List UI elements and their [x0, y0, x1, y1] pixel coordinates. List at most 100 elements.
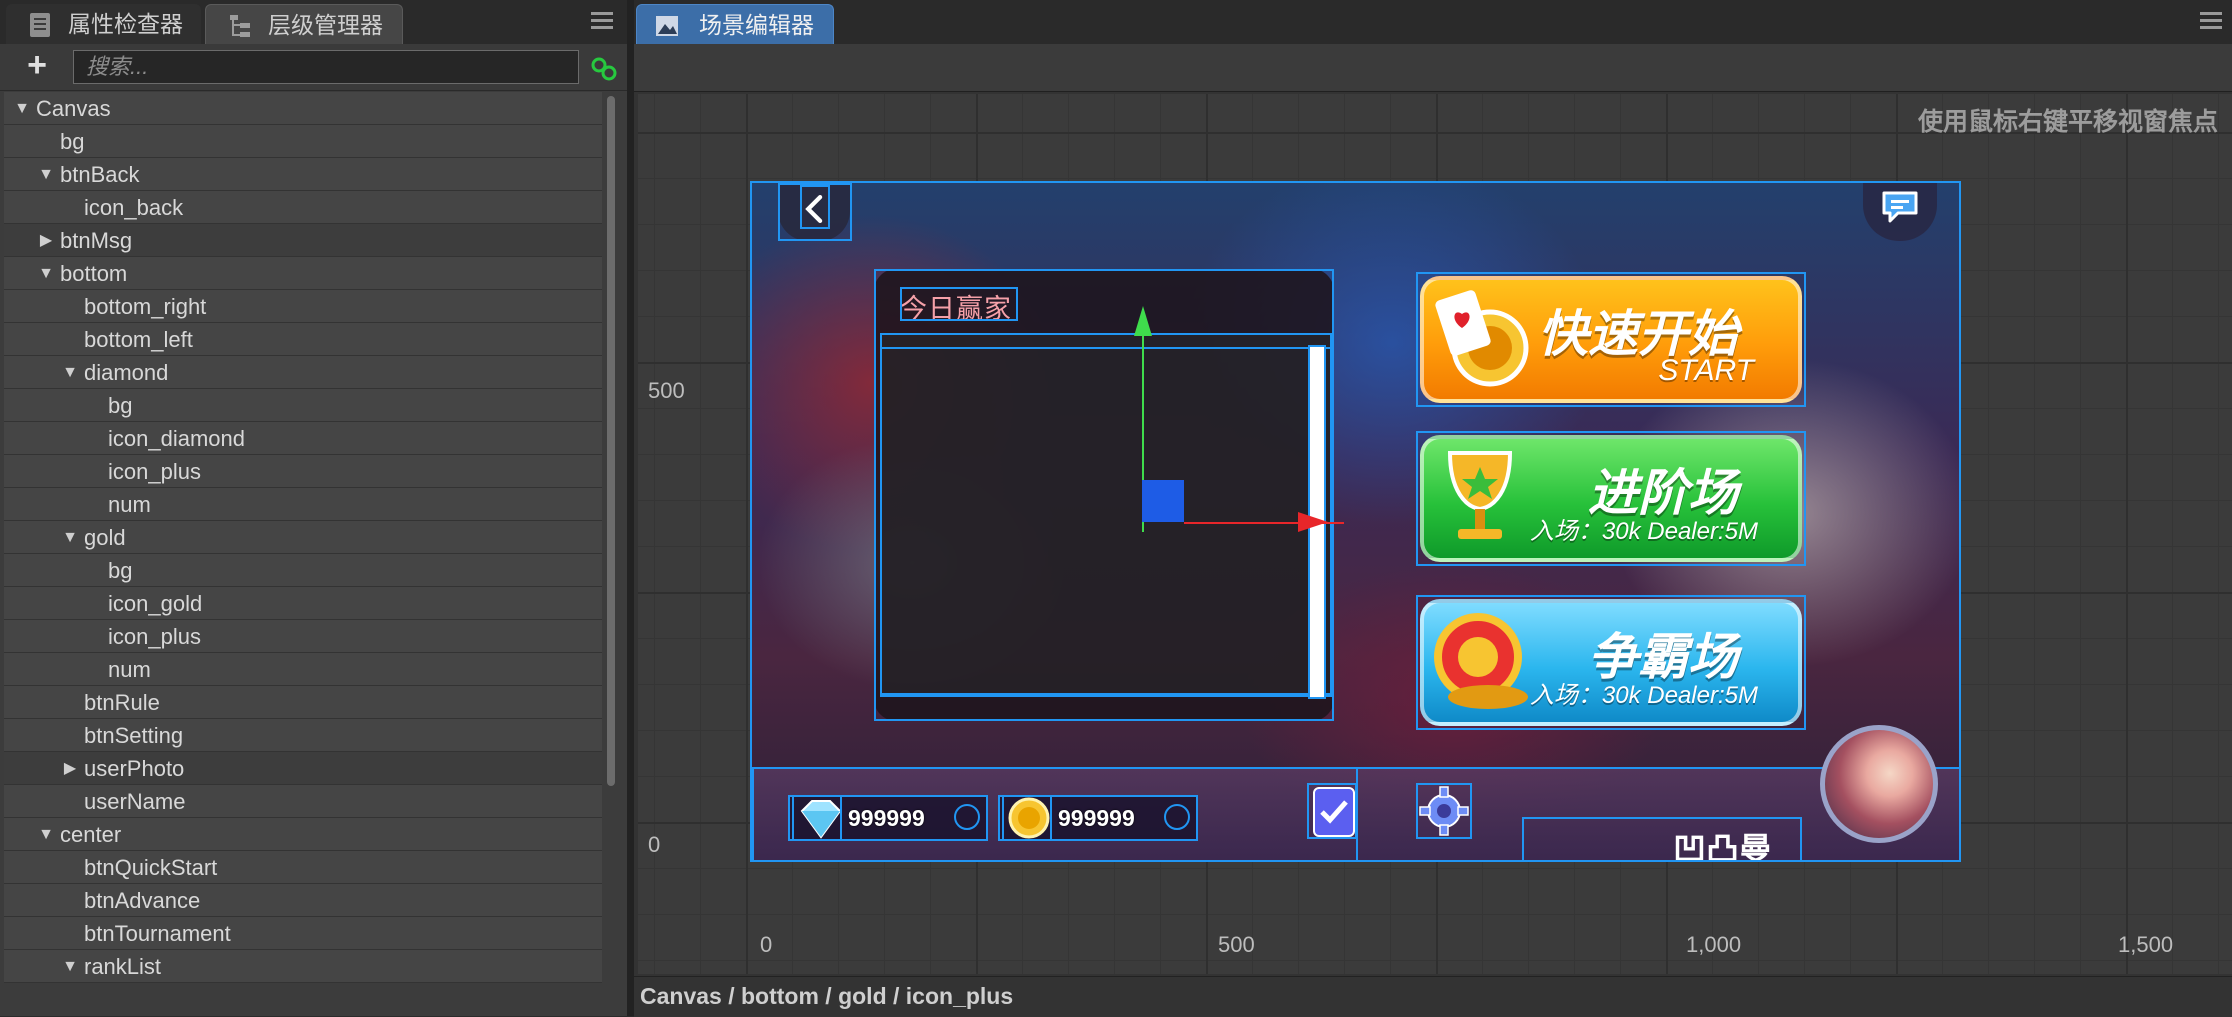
hierarchy-panel: 属性检查器 层级管理器 + ▼Canvasbg▼btnBackicon_back…	[0, 0, 627, 1016]
tree-node-label: icon_gold	[108, 591, 203, 616]
expand-arrow-icon[interactable]: ▼	[62, 521, 78, 554]
tree-node-label: rankList	[84, 954, 162, 979]
status-bar: Canvas / bottom / gold / icon_plus	[634, 976, 2232, 1017]
tree-node-label: icon_plus	[108, 624, 201, 649]
search-input[interactable]	[73, 50, 579, 84]
tree-node[interactable]: ▶ userPhoto	[4, 752, 602, 785]
scene-editor-panel: 场景编辑器 使用鼠标右键平移视窗焦点 500 0 0 500 1,000 1,5…	[634, 0, 2232, 1017]
link-icon[interactable]	[590, 55, 618, 83]
tree-node[interactable]: ▼ Canvas	[4, 92, 602, 125]
game-canvas[interactable]: 今日赢家 快速开始 START 进阶场 入场：30k Dealer:5M 争霸场…	[750, 181, 1961, 862]
expand-arrow-icon[interactable]: ▼	[62, 950, 78, 983]
tree-node-label: bg	[108, 393, 133, 418]
tree-node-label: bg	[108, 558, 133, 583]
selection-box	[778, 183, 852, 241]
breadcrumb: Canvas / bottom / gold / icon_plus	[640, 983, 1014, 1009]
tab-inspector[interactable]: 属性检查器	[6, 4, 201, 44]
tree-node[interactable]: userName	[4, 785, 602, 818]
tree-node-label: num	[108, 657, 151, 682]
tree-node-label: bottom_right	[84, 294, 207, 319]
viewport-hint: 使用鼠标右键平移视窗焦点	[1917, 108, 2218, 136]
tree-node-label: btnRule	[84, 690, 160, 715]
tree-node[interactable]: ▼ center	[4, 818, 602, 851]
tree-node[interactable]: icon_back	[4, 191, 602, 224]
tree-node[interactable]: btnRule	[4, 686, 602, 719]
tree-node[interactable]: ▶ btnMsg	[4, 224, 602, 257]
selection-box	[1522, 817, 1802, 860]
tree-node[interactable]: ▼ btnBack	[4, 158, 602, 191]
expand-arrow-icon[interactable]: ▼	[38, 257, 54, 290]
tree-node-label: gold	[84, 525, 126, 550]
tree-node[interactable]: bg	[4, 554, 602, 587]
selection-box	[880, 347, 1332, 695]
selection-box	[1002, 795, 1052, 841]
tree-node[interactable]: ▼ diamond	[4, 356, 602, 389]
tree-node[interactable]: num	[4, 653, 602, 686]
add-node-button[interactable]: +	[22, 48, 52, 82]
tree-node[interactable]: btnAdvance	[4, 884, 602, 917]
tree-node[interactable]: bottom_left	[4, 323, 602, 356]
tree-node-label: btnQuickStart	[84, 855, 218, 880]
left-panel-menu-icon[interactable]	[591, 12, 613, 30]
tree-node-label: bottom	[60, 261, 128, 286]
chat-bubble-icon	[1882, 191, 1918, 223]
tree-node[interactable]: ▼ rankList	[4, 950, 602, 983]
selection-box	[1416, 272, 1806, 407]
left-tab-bar: 属性检查器 层级管理器	[0, 0, 627, 45]
avatar[interactable]	[1820, 725, 1938, 843]
tree-scrollbar[interactable]	[607, 96, 615, 786]
right-panel-menu-icon[interactable]	[2200, 12, 2222, 30]
tab-hierarchy[interactable]: 层级管理器	[205, 4, 403, 44]
tree-node[interactable]: btnTournament	[4, 917, 602, 950]
tree-node-label: btnTournament	[84, 921, 231, 946]
x-axis-label: 0	[760, 932, 773, 957]
message-button[interactable]	[1863, 183, 1937, 241]
tree-node-label: icon_diamond	[108, 426, 245, 451]
tab-scene-editor[interactable]: 场景编辑器	[636, 4, 834, 44]
tree-node-label: btnSetting	[84, 723, 184, 748]
tree-node[interactable]: btnSetting	[4, 719, 602, 752]
gizmo-x-arrow-icon[interactable]	[1298, 512, 1328, 532]
selection-box	[1307, 783, 1357, 839]
tree-node[interactable]: bottom_right	[4, 290, 602, 323]
collapse-arrow-icon[interactable]: ▶	[62, 752, 78, 785]
scene-toolbar	[634, 44, 2232, 92]
expand-arrow-icon[interactable]: ▼	[38, 158, 54, 191]
expand-arrow-icon[interactable]: ▼	[14, 92, 30, 125]
tree-node-label: num	[108, 492, 151, 517]
expand-arrow-icon[interactable]: ▼	[38, 818, 54, 851]
tree-node-label: bottom_left	[84, 327, 193, 352]
x-axis-label: 1,500	[2118, 932, 2174, 957]
tree-node[interactable]: bg	[4, 125, 602, 158]
x-axis-label: 500	[1218, 932, 1255, 957]
expand-arrow-icon[interactable]: ▼	[62, 356, 78, 389]
tree-node[interactable]: icon_gold	[4, 587, 602, 620]
panel-splitter[interactable]	[627, 0, 634, 1016]
gizmo-center-handle[interactable]	[1142, 480, 1184, 522]
gizmo-y-arrow-icon[interactable]	[1134, 306, 1152, 336]
tree-node[interactable]: icon_plus	[4, 620, 602, 653]
tree-node[interactable]: icon_plus	[4, 455, 602, 488]
y-axis-label: 0	[648, 832, 661, 857]
collapse-arrow-icon[interactable]: ▶	[38, 224, 54, 257]
tree-node[interactable]: icon_diamond	[4, 422, 602, 455]
selection-box	[1416, 431, 1806, 566]
tree-node-label: userName	[84, 789, 186, 814]
tree-node[interactable]: btnQuickStart	[4, 851, 602, 884]
y-axis-label: 500	[648, 378, 685, 403]
properties-icon	[30, 13, 50, 37]
tree-node-label: icon_back	[84, 195, 184, 220]
tree-node[interactable]: bg	[4, 389, 602, 422]
tree-node-label: center	[60, 822, 122, 847]
tab-scene-editor-label: 场景编辑器	[699, 12, 814, 38]
tree-node[interactable]: ▼ gold	[4, 521, 602, 554]
x-axis-label: 1,000	[1686, 932, 1742, 957]
selection-box	[900, 287, 1018, 321]
tree-node-label: icon_plus	[108, 459, 201, 484]
tree-node[interactable]: ▼ bottom	[4, 257, 602, 290]
scene-viewport[interactable]: 使用鼠标右键平移视窗焦点 500 0 0 500 1,000 1,500 今日赢…	[638, 94, 2232, 974]
tree-node[interactable]: num	[4, 488, 602, 521]
scene-icon	[656, 16, 678, 36]
node-tree: ▼ Canvas bg ▼ btnBack icon_back ▶ btnMsg ▼ bottom…	[4, 92, 602, 1016]
tree-node-label: Canvas	[36, 96, 111, 121]
